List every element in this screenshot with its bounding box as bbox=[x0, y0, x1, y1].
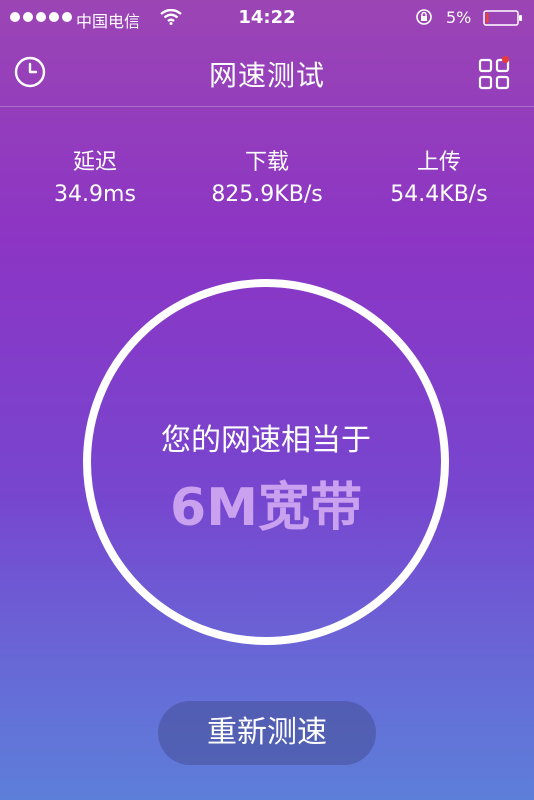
speed-result-circle: 您的网速相当于 6M宽带 bbox=[83, 279, 449, 645]
battery-icon bbox=[483, 10, 522, 26]
app-header: 网速测试 bbox=[0, 36, 534, 107]
rotation-lock-icon bbox=[416, 9, 432, 25]
speed-stats: 延迟 34.9ms 下载 825.9KB/s 上传 54.4KB/s bbox=[0, 148, 534, 218]
latency-label: 延迟 bbox=[72, 150, 117, 175]
latency-value: 34.9ms bbox=[54, 182, 136, 207]
battery-percent: 5% bbox=[446, 8, 472, 27]
download-value: 825.9KB/s bbox=[211, 182, 323, 207]
retest-button[interactable]: 重新测速 bbox=[158, 701, 376, 765]
result-bandwidth: 6M宽带 bbox=[170, 478, 362, 538]
latency-stat: 延迟 34.9ms bbox=[10, 148, 180, 210]
notification-badge bbox=[502, 56, 509, 63]
apps-menu-button[interactable] bbox=[474, 54, 514, 94]
download-stat: 下载 825.9KB/s bbox=[182, 148, 352, 210]
result-caption: 您的网速相当于 bbox=[161, 423, 371, 458]
upload-value: 54.4KB/s bbox=[390, 182, 488, 207]
status-bar: 中国电信 14:22 5% bbox=[0, 0, 534, 36]
download-label: 下载 bbox=[244, 150, 289, 175]
upload-stat: 上传 54.4KB/s bbox=[354, 148, 524, 210]
upload-label: 上传 bbox=[416, 150, 461, 175]
page-title: 网速测试 bbox=[208, 59, 325, 92]
